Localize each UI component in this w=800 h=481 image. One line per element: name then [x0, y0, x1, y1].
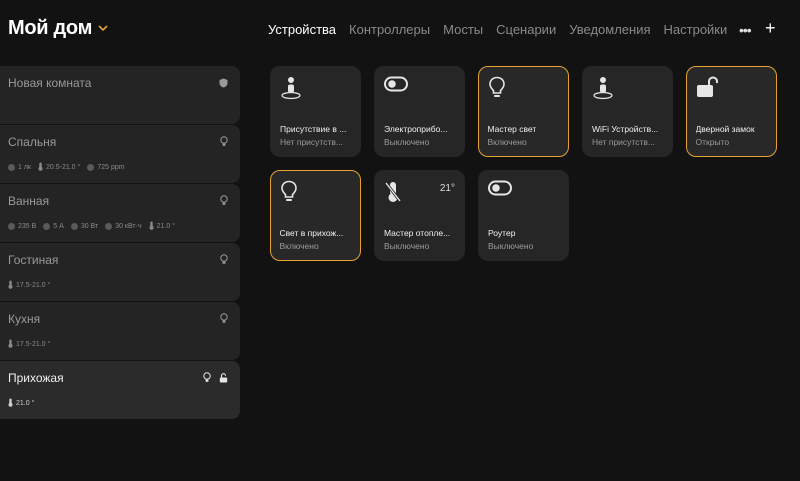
- lightbulb-icon: [220, 311, 228, 329]
- device-name: Присутствие в ...: [280, 124, 347, 134]
- sun-icon: [8, 164, 15, 171]
- metric-energy: 30 кВт·ч: [105, 223, 142, 230]
- room-name: Кухня: [8, 312, 41, 326]
- device-tile-wifi-devices[interactable]: WiFi Устройств... Нет присутств...: [582, 66, 673, 157]
- device-name: Мастер свет: [487, 123, 537, 134]
- device-state: Нет присутств...: [280, 137, 343, 147]
- lock-open-icon: [696, 75, 718, 105]
- room-name: Гостиная: [8, 253, 59, 267]
- metric-voltage: 235 В: [8, 223, 36, 230]
- lightbulb-icon: [220, 134, 228, 152]
- metric-power: 30 Вт: [70, 223, 98, 230]
- room-item-living-room[interactable]: Гостиная 17.5-21.0 °: [0, 243, 240, 301]
- power-icon: [70, 223, 78, 230]
- metric-temperature: 17.5-21.0 °: [8, 280, 50, 291]
- room-item-bathroom[interactable]: Ванная 235 В 5 А 30 Вт 30 кВт·ч 21.0 °: [0, 184, 240, 242]
- lightbulb-icon: [220, 252, 228, 270]
- room-item-new-room[interactable]: Новая комната: [0, 66, 240, 124]
- add-icon[interactable]: +: [765, 18, 776, 39]
- home-selector[interactable]: Мой дом: [8, 17, 108, 40]
- room-name: Ванная: [8, 194, 50, 208]
- lightbulb-icon: [280, 180, 298, 209]
- device-tile-hallway-light[interactable]: Свет в прихож... Включено: [270, 170, 361, 261]
- device-tile-door-lock[interactable]: Дверной замок Открыто: [686, 66, 777, 157]
- device-name: Электроприбо...: [384, 124, 448, 134]
- voltage-icon: [8, 223, 15, 230]
- device-tile-presence[interactable]: Присутствие в ... Нет присутств...: [270, 66, 361, 157]
- person-presence-icon: [592, 76, 614, 105]
- toggle-switch-icon: [384, 76, 408, 97]
- lock-open-icon: [219, 370, 228, 388]
- device-name: Дверной замок: [695, 123, 755, 134]
- thermometer-icon: [149, 221, 154, 232]
- toggle-switch-icon: [488, 180, 512, 201]
- thermometer-icon: [8, 398, 13, 409]
- person-presence-icon: [280, 76, 302, 105]
- main-nav: Устройства Контроллеры Мосты Сценарии Ув…: [268, 22, 727, 37]
- device-tile-master-heating[interactable]: 21° Мастер отопле... Выключено: [374, 170, 465, 261]
- device-name: Роутер: [488, 228, 516, 238]
- tab-scenarios[interactable]: Сценарии: [496, 22, 556, 37]
- tab-controllers[interactable]: Контроллеры: [349, 22, 430, 37]
- thermometer-icon: [38, 162, 43, 173]
- device-name: WiFi Устройств...: [592, 124, 659, 134]
- metric-temperature: 21.0 °: [149, 221, 175, 232]
- metric-temperature: 17.5-21.0 °: [8, 339, 50, 350]
- device-name: Мастер отопле...: [384, 228, 451, 238]
- device-tile-router[interactable]: Роутер Выключено: [478, 170, 569, 261]
- room-name: Прихожая: [8, 371, 64, 385]
- metric-current: 5 А: [43, 223, 64, 230]
- device-state: Нет присутств...: [592, 137, 655, 147]
- tab-bridges[interactable]: Мосты: [443, 22, 483, 37]
- device-state: Включено: [487, 136, 527, 147]
- device-name: Свет в прихож...: [279, 227, 344, 238]
- device-state: Включено: [279, 240, 319, 251]
- room-name: Новая комната: [8, 76, 92, 90]
- metric-temperature: 20.5-21.0 °: [38, 162, 80, 173]
- shield-icon: [219, 75, 228, 93]
- device-tile-master-light[interactable]: Мастер свет Включено: [478, 66, 569, 157]
- device-state: Открыто: [695, 136, 730, 147]
- thermometer-icon: [8, 339, 13, 350]
- more-icon[interactable]: •••: [739, 22, 752, 38]
- tab-settings[interactable]: Настройки: [664, 22, 728, 37]
- device-state: Выключено: [488, 241, 534, 251]
- metric-illuminance: 1 лк: [8, 164, 31, 171]
- energy-icon: [105, 223, 113, 230]
- room-item-kitchen[interactable]: Кухня 17.5-21.0 °: [0, 302, 240, 360]
- room-item-hallway[interactable]: Прихожая 21.0 °: [0, 361, 240, 419]
- lightbulb-icon: [203, 370, 211, 388]
- chevron-down-icon: [98, 25, 108, 32]
- lightbulb-icon: [488, 76, 506, 105]
- thermometer-icon: [8, 280, 13, 291]
- metric-temperature: 21.0 °: [8, 398, 34, 409]
- home-title: Мой дом: [8, 17, 93, 39]
- current-icon: [43, 223, 51, 230]
- metric-co2: 725 ppm: [87, 164, 125, 171]
- room-item-bedroom[interactable]: Спальня 1 лк 20.5-21.0 ° 725 ppm: [0, 125, 240, 183]
- device-tile-appliance[interactable]: Электроприбо... Выключено: [374, 66, 465, 157]
- device-temperature: 21°: [439, 183, 455, 194]
- tab-notifications[interactable]: Уведомления: [569, 22, 650, 37]
- device-state: Выключено: [384, 241, 430, 251]
- thermometer-off-icon: [384, 180, 402, 209]
- room-name: Спальня: [8, 135, 57, 149]
- header: Мой дом Устройства Контроллеры Мосты Сце…: [0, 0, 800, 60]
- device-state: Выключено: [384, 137, 430, 147]
- lightbulb-icon: [220, 193, 228, 211]
- co2-icon: [87, 164, 95, 171]
- tab-devices[interactable]: Устройства: [268, 22, 336, 37]
